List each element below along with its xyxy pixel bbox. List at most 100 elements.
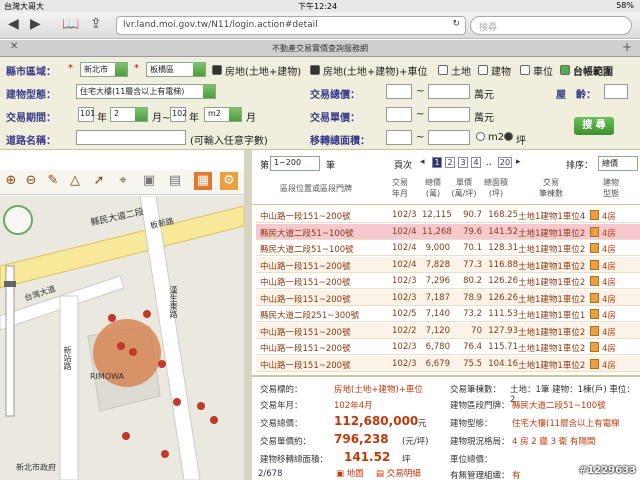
zoom-out-icon[interactable]: ⊖ xyxy=(22,172,40,190)
sort-value: 總價 xyxy=(602,159,618,168)
table-row[interactable]: 中山路一段151~200號 102/3 7,187 78.9 126.26 土地1建物1車… xyxy=(256,289,640,306)
radio-m2[interactable] xyxy=(476,132,485,141)
table-cell: 104.16 xyxy=(488,358,518,369)
area-max-input[interactable] xyxy=(428,130,470,145)
new-tab-icon[interactable]: + xyxy=(622,40,632,54)
grid-icon[interactable]: ▦ xyxy=(194,172,212,190)
radio-ping[interactable] xyxy=(504,132,513,141)
next-page-icon[interactable]: ▸ xyxy=(516,157,521,167)
table-cell: 115.71 xyxy=(488,342,518,352)
total-price-min-input[interactable] xyxy=(386,84,412,99)
page-4[interactable]: 4 xyxy=(471,157,481,168)
radio-label: 坪 xyxy=(516,136,526,147)
table-row[interactable]: 縣民大道二段251~300號 102/5 7,140 73.2 111.53 土地1建物1… xyxy=(256,306,640,322)
city-select[interactable]: 新北市 xyxy=(80,62,128,77)
print-icon[interactable]: ▤ xyxy=(166,172,184,190)
checkbox-land[interactable] xyxy=(438,65,448,75)
detail-icon[interactable] xyxy=(590,309,599,319)
unit-price-min-input[interactable] xyxy=(386,107,412,122)
table-cell: 102/3 xyxy=(392,292,417,303)
url-bar[interactable]: lvr.land.moi.gov.tw/N11/login.action#det… xyxy=(116,16,466,35)
reload-icon[interactable]: ↻ xyxy=(452,19,460,29)
area-min-input[interactable] xyxy=(386,130,412,145)
map-settings-icon[interactable]: ⚙ xyxy=(220,172,238,190)
page-last[interactable]: 20 xyxy=(498,157,512,168)
building-type-select[interactable]: 住宅大樓(11層含以上有電梯) xyxy=(76,84,216,99)
status-bar: 台灣大哥大 下午12:24 58% xyxy=(0,0,640,12)
back-icon[interactable]: ◀ xyxy=(8,16,19,32)
detail-icon[interactable] xyxy=(590,210,599,220)
district-select[interactable]: 板橋區 xyxy=(146,62,206,77)
total-price-max-input[interactable] xyxy=(428,84,470,99)
panel-divider[interactable] xyxy=(244,150,252,480)
area-label: 移轉總面積： xyxy=(310,136,370,147)
detail-icon[interactable] xyxy=(590,243,599,253)
start-year-input[interactable]: 101 xyxy=(78,107,95,122)
page-1[interactable]: 1 xyxy=(432,157,442,168)
table-cell: 126.26 xyxy=(488,292,518,303)
table-cell: 中山路一段151~200號 xyxy=(260,360,351,371)
detail-area: 141.52 xyxy=(344,450,391,464)
table-row[interactable]: 中山路一段151~200號 102/4 7,828 77.3 116.88 土地1建物1車… xyxy=(256,256,640,273)
unit-price-max-input[interactable] xyxy=(428,107,470,122)
per-page-select[interactable]: 1~200 xyxy=(270,156,320,171)
checkbox-map-range[interactable] xyxy=(560,65,570,75)
detail-icon[interactable] xyxy=(590,259,599,270)
table-row[interactable]: 縣民大道二段51~100號 102/4 11,268 79.6 141.52 土地1建物1… xyxy=(256,223,640,240)
table-cell: 102/5 xyxy=(392,309,417,319)
end-year-input[interactable]: 102 xyxy=(170,107,187,122)
year-unit: 年 xyxy=(97,113,107,124)
page-3[interactable]: 3 xyxy=(458,157,468,168)
map-button[interactable]: ▣ 地圖 xyxy=(336,467,364,479)
range-tilde: ~ xyxy=(416,109,425,120)
page-2[interactable]: 2 xyxy=(445,157,455,168)
start-month-select[interactable]: 2 xyxy=(110,107,148,122)
table-cell: 75.5 xyxy=(463,358,482,369)
bookmarks-icon[interactable]: 📖 xyxy=(62,16,79,32)
table-row[interactable]: 縣民大道二段51~100號 102/4 9,000 70.1 128.31 土地1建物1車… xyxy=(256,240,640,256)
table-cell: 6,679 xyxy=(425,358,450,369)
share-icon[interactable]: ⇪ xyxy=(90,16,102,32)
table-row[interactable]: 中山路一段151~200號 102/3 6,679 75.5 104.16 土地1建物1車… xyxy=(256,355,640,372)
checkbox-building[interactable] xyxy=(478,65,488,75)
checkbox-land-building[interactable] xyxy=(212,65,222,75)
locate-icon[interactable]: ⌖ xyxy=(114,172,132,190)
detail-unit: 坪 xyxy=(402,455,411,465)
watermark: #1229633 xyxy=(578,465,636,476)
search-button[interactable]: 搜 尋 xyxy=(574,117,614,135)
required-mark: * xyxy=(68,63,73,74)
end-month-select[interactable]: m2 xyxy=(204,107,242,122)
browser-search-field[interactable]: 搜尋 xyxy=(470,16,632,35)
checkbox-parking[interactable] xyxy=(520,65,530,75)
detail-icon[interactable] xyxy=(590,276,599,286)
detail-icon[interactable] xyxy=(590,226,599,237)
sort-select[interactable]: 總價 xyxy=(598,156,638,171)
age-min-input[interactable] xyxy=(604,84,628,99)
table-cell: 128.31 xyxy=(488,243,518,253)
table-row[interactable]: 中山路一段151~200號 102/3 7,296 80.2 126.26 土地1建物1車… xyxy=(256,273,640,289)
detail-button-label: 交易明細 xyxy=(386,469,421,479)
detail-icon[interactable] xyxy=(590,342,599,352)
chevron-down-icon xyxy=(203,85,215,98)
map-view[interactable]: 縣民大道二段 板新路 台灣大道 新站路 漢生東路 RIMOWA 新北市政府 xyxy=(0,196,244,480)
measure-distance-icon[interactable]: ✎ xyxy=(44,172,62,190)
forward-icon[interactable]: ▶ xyxy=(30,16,41,32)
road-input[interactable] xyxy=(76,130,186,145)
table-row[interactable]: 中山路一段151~200號 102/3 6,780 76.4 115.71 土地1建物1車… xyxy=(256,339,640,355)
detail-icon[interactable] xyxy=(590,325,599,336)
prev-page-icon[interactable]: ◂ xyxy=(420,157,425,167)
result-pager: 第 1~200 筆 頁次 ◂ 1 2 3 4 .. 20 ▸ 排序： 總價 xyxy=(252,152,640,174)
layer-icon[interactable]: ▣ xyxy=(140,172,158,190)
measure-area-icon[interactable]: △ xyxy=(66,172,84,190)
col-header: 交易 筆棟數 xyxy=(539,178,563,198)
detail-button[interactable]: ▤ 交易明細 xyxy=(376,467,421,479)
table-cell: 7,120 xyxy=(425,325,450,336)
pointer-icon[interactable]: ➚ xyxy=(90,172,108,190)
checkbox-land-building-parking[interactable] xyxy=(310,65,320,75)
zoom-in-icon[interactable]: ⊕ xyxy=(2,172,20,190)
table-row[interactable]: 中山路一段151~200號 102/2 7,120 70 127.93 土地1建物1車位2… xyxy=(256,322,640,339)
table-row[interactable]: 中山路一段151~200號 102/3 12,115 90.7 168.25 土地1建物1… xyxy=(256,207,640,223)
detail-icon[interactable] xyxy=(590,358,599,369)
detail-icon[interactable] xyxy=(590,292,599,303)
tab-title[interactable]: 不動產交易實價查詢服務網 xyxy=(0,43,640,54)
